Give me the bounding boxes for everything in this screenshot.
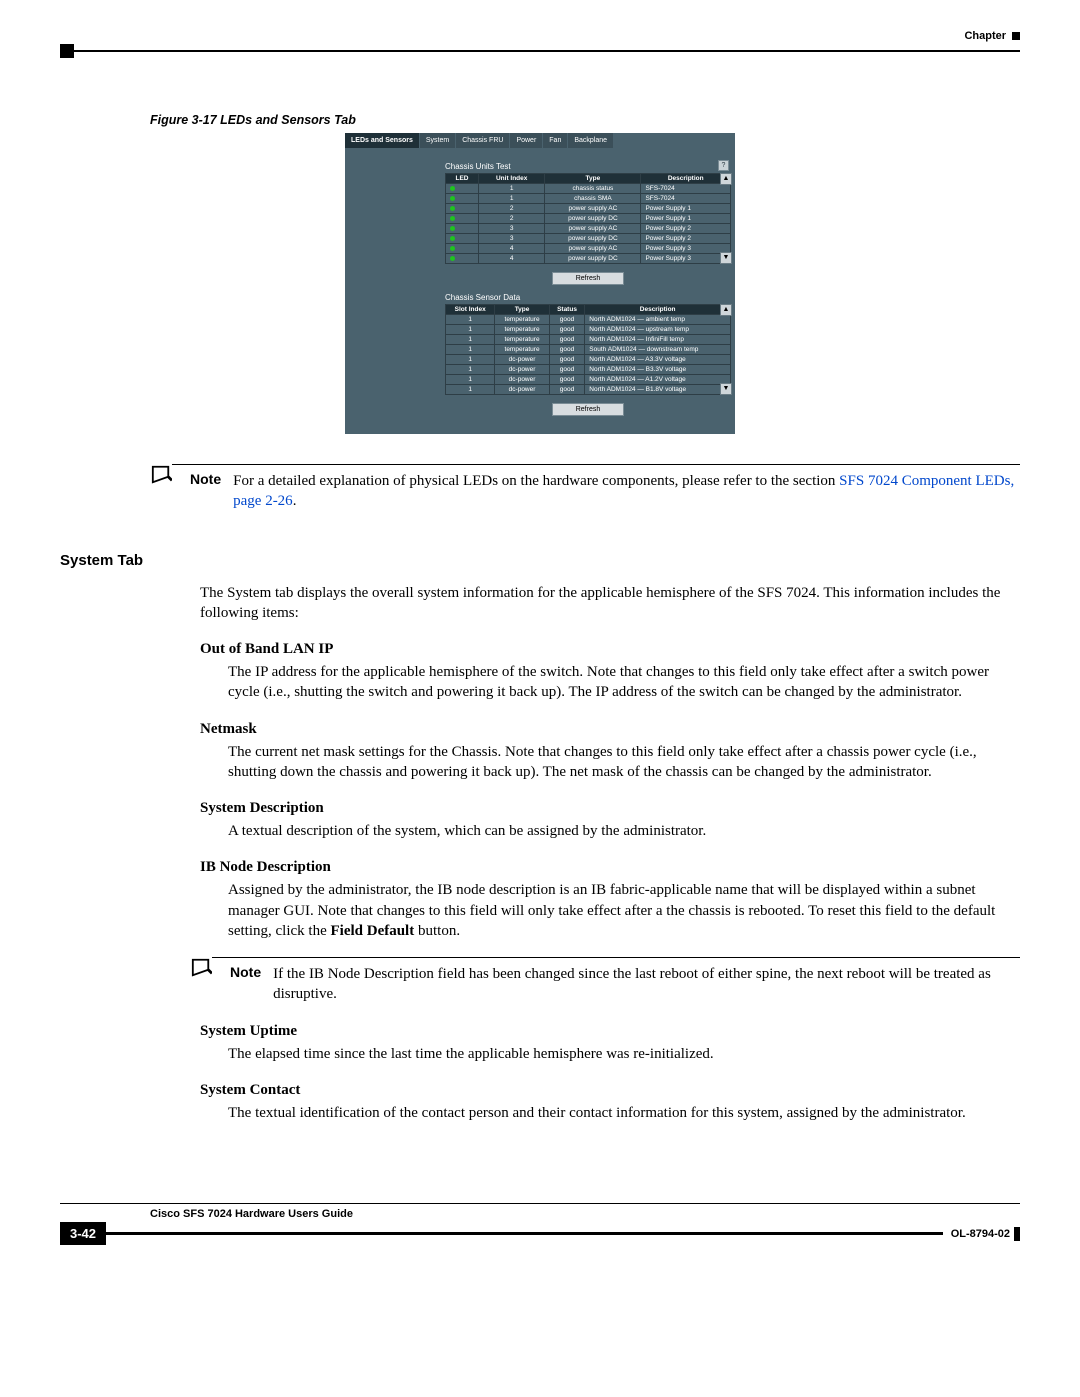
- note-label: Note: [230, 964, 261, 1005]
- table-row: 1temperaturegoodNorth ADM1024 — InfiniFi…: [446, 335, 731, 345]
- section-intro: The System tab displays the overall syst…: [200, 583, 1020, 624]
- scroll-up-icon[interactable]: ▲: [720, 173, 732, 185]
- table-row: 3power supply DCPower Supply 2: [446, 234, 731, 244]
- table-row: 1dc-powergoodNorth ADM1024 — B3.3V volta…: [446, 365, 731, 375]
- figure-caption: Figure 3-17 LEDs and Sensors Tab: [150, 113, 1020, 127]
- chapter-label: Chapter: [964, 30, 1006, 42]
- figure-screenshot: LEDs and Sensors System Chassis FRU Powe…: [345, 133, 735, 434]
- scroll-up-icon[interactable]: ▲: [720, 304, 732, 316]
- heading-system-tab: System Tab: [60, 552, 1020, 569]
- rule-block-icon: [60, 44, 74, 58]
- led-status-icon: [450, 196, 455, 201]
- led-status-icon: [450, 206, 455, 211]
- term-ib-node-description: IB Node Description: [200, 859, 1020, 876]
- term-system-uptime: System Uptime: [200, 1023, 1020, 1040]
- col-type: Type: [545, 174, 641, 184]
- led-status-icon: [450, 186, 455, 191]
- col-unit-index: Unit Index: [479, 174, 545, 184]
- scroll-down-icon[interactable]: ▼: [720, 252, 732, 264]
- note-block: Note For a detailed explanation of physi…: [150, 464, 1020, 512]
- led-status-icon: [450, 226, 455, 231]
- sensor-data-title: Chassis Sensor Data: [445, 293, 731, 302]
- col-description: Description: [641, 174, 731, 184]
- table-row: 1temperaturegoodNorth ADM1024 — ambient …: [446, 315, 731, 325]
- note-text: For a detailed explanation of physical L…: [233, 471, 1020, 512]
- units-test-title: Chassis Units Test: [445, 162, 731, 171]
- refresh-button[interactable]: Refresh: [552, 403, 624, 416]
- note-label: Note: [190, 471, 221, 512]
- def-ib-node-description: Assigned by the administrator, the IB no…: [228, 880, 1020, 941]
- col-status: Status: [549, 305, 585, 315]
- table-row: 1chassis SMASFS-7024: [446, 194, 731, 204]
- col-sensor-type: Type: [495, 305, 549, 315]
- term-system-description: System Description: [200, 800, 1020, 817]
- def-system-uptime: The elapsed time since the last time the…: [228, 1044, 1020, 1064]
- tab-system[interactable]: System: [420, 133, 455, 148]
- term-netmask: Netmask: [200, 721, 1020, 738]
- def-system-description: A textual description of the system, whi…: [228, 821, 1020, 841]
- note-icon: [150, 464, 172, 489]
- sensor-table: Slot Index Type Status Description 1temp…: [445, 304, 731, 395]
- tab-backplane[interactable]: Backplane: [568, 133, 613, 148]
- doc-id: OL-8794-02: [951, 1228, 1010, 1240]
- table-row: 3power supply ACPower Supply 2: [446, 224, 731, 234]
- led-status-icon: [450, 216, 455, 221]
- led-status-icon: [450, 246, 455, 251]
- tab-chassis-fru[interactable]: Chassis FRU: [456, 133, 509, 148]
- footer-end-icon: [1014, 1227, 1020, 1241]
- table-row: 2power supply DCPower Supply 1: [446, 214, 731, 224]
- footer-rule: [106, 1232, 943, 1235]
- def-oob-lan-ip: The IP address for the applicable hemisp…: [228, 662, 1020, 703]
- table-row: 1temperaturegoodSouth ADM1024 — downstre…: [446, 345, 731, 355]
- scroll-down-icon[interactable]: ▼: [720, 383, 732, 395]
- note-text: If the IB Node Description field has bee…: [273, 964, 1020, 1005]
- header-marker-icon: [1012, 32, 1020, 40]
- header-rule: [74, 50, 1020, 52]
- term-system-contact: System Contact: [200, 1082, 1020, 1099]
- table-row: 4power supply DCPower Supply 3: [446, 254, 731, 264]
- led-status-icon: [450, 256, 455, 261]
- table-row: 4power supply ACPower Supply 3: [446, 244, 731, 254]
- tab-leds-sensors[interactable]: LEDs and Sensors: [345, 133, 419, 148]
- tab-row: LEDs and Sensors System Chassis FRU Powe…: [345, 133, 735, 148]
- page-number: 3-42: [60, 1222, 106, 1245]
- note-icon: [190, 957, 212, 982]
- note-block: Note If the IB Node Description field ha…: [190, 957, 1020, 1005]
- note-rule: [212, 957, 1020, 958]
- doc-title: Cisco SFS 7024 Hardware Users Guide: [150, 1208, 1020, 1220]
- def-netmask: The current net mask settings for the Ch…: [228, 742, 1020, 783]
- col-led: LED: [446, 174, 479, 184]
- term-oob-lan-ip: Out of Band LAN IP: [200, 641, 1020, 658]
- col-slot-index: Slot Index: [446, 305, 495, 315]
- table-row: 1dc-powergoodNorth ADM1024 — B1.8V volta…: [446, 385, 731, 395]
- help-icon[interactable]: ?: [718, 160, 729, 171]
- refresh-button[interactable]: Refresh: [552, 272, 624, 285]
- note-rule: [172, 464, 1020, 465]
- led-status-icon: [450, 236, 455, 241]
- table-row: 2power supply ACPower Supply 1: [446, 204, 731, 214]
- tab-power[interactable]: Power: [510, 133, 542, 148]
- table-row: 1chassis statusSFS-7024: [446, 184, 731, 194]
- def-system-contact: The textual identification of the contac…: [228, 1103, 1020, 1123]
- tab-fan[interactable]: Fan: [543, 133, 567, 148]
- units-table: LED Unit Index Type Description 1chassis…: [445, 173, 731, 264]
- table-row: 1dc-powergoodNorth ADM1024 — A3.3V volta…: [446, 355, 731, 365]
- col-sensor-desc: Description: [585, 305, 731, 315]
- table-row: 1dc-powergoodNorth ADM1024 — A1.2V volta…: [446, 375, 731, 385]
- table-row: 1temperaturegoodNorth ADM1024 — upstream…: [446, 325, 731, 335]
